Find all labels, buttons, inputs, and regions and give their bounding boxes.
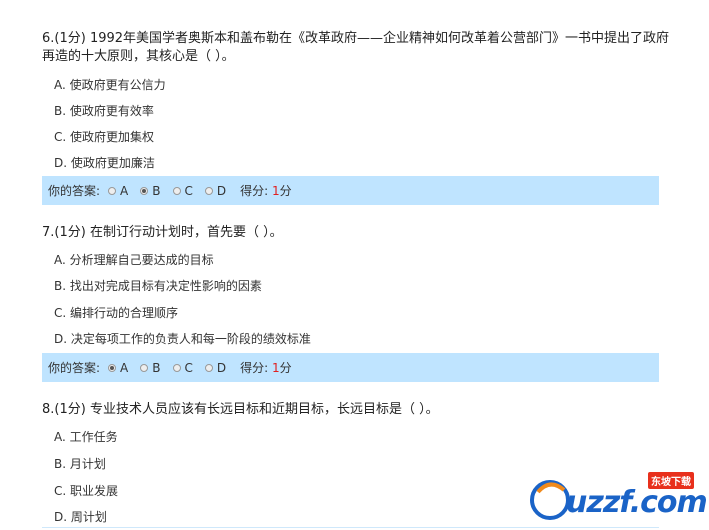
question-6-title: 6.(1分) 1992年美国学者奥斯本和盖布勒在《改革政府——企业精神如何改革着… [42,31,670,64]
radio-icon [204,186,213,195]
q7-option-c[interactable]: C. 编排行动的合理顺序 [54,305,178,321]
watermark-badge: 东坡下载 [648,472,694,489]
q8-option-c[interactable]: C. 职业发展 [54,483,118,499]
q6-score: 得分: 1分 [240,184,292,198]
q6-radio-b[interactable]: B [140,184,161,198]
q7-score: 得分: 1分 [240,361,292,375]
question-7-title: 7.(1分) 在制订行动计划时，首先要（ ）。 [42,225,283,240]
q7-radio-b[interactable]: B [140,361,161,375]
q7-option-d[interactable]: D. 决定每项工作的负责人和每一阶段的绩效标准 [54,331,311,347]
q7-option-a[interactable]: A. 分析理解自己要达成的目标 [54,252,214,268]
radio-icon [140,363,149,372]
q6-answer-bar: 你的答案: A B C D 得分: 1分 [42,176,659,205]
answer-label: 你的答案: [48,361,101,375]
answer-label: 你的答案: [48,184,101,198]
radio-selected-icon [108,363,117,372]
radio-selected-icon [140,186,149,195]
q6-radio-d[interactable]: D [204,184,226,198]
q7-answer-bar: 你的答案: A B C D 得分: 1分 [42,353,659,382]
q6-option-c[interactable]: C. 使政府更加集权 [54,129,154,145]
q6-radio-c[interactable]: C [172,184,193,198]
q6-option-d[interactable]: D. 使政府更加廉洁 [54,155,155,171]
question-8-title: 8.(1分) 专业技术人员应该有长远目标和近期目标，长远目标是（ ）。 [42,402,439,417]
q8-option-d[interactable]: D. 周计划 [54,509,107,525]
q6-option-b[interactable]: B. 使政府更有效率 [54,103,154,119]
q6-option-a[interactable]: A. 使政府更有公信力 [54,77,166,93]
q6-radio-a[interactable]: A [108,184,128,198]
watermark-text: uzzf.com [566,485,708,520]
q7-radio-d[interactable]: D [204,361,226,375]
q7-option-b[interactable]: B. 找出对完成目标有决定性影响的因素 [54,278,262,294]
q7-radio-c[interactable]: C [172,361,193,375]
radio-icon [204,363,213,372]
radio-icon [108,186,117,195]
q8-option-b[interactable]: B. 月计划 [54,456,106,472]
q8-option-a[interactable]: A. 工作任务 [54,429,118,445]
q7-radio-a[interactable]: A [108,361,128,375]
radio-icon [172,186,181,195]
radio-icon [172,363,181,372]
